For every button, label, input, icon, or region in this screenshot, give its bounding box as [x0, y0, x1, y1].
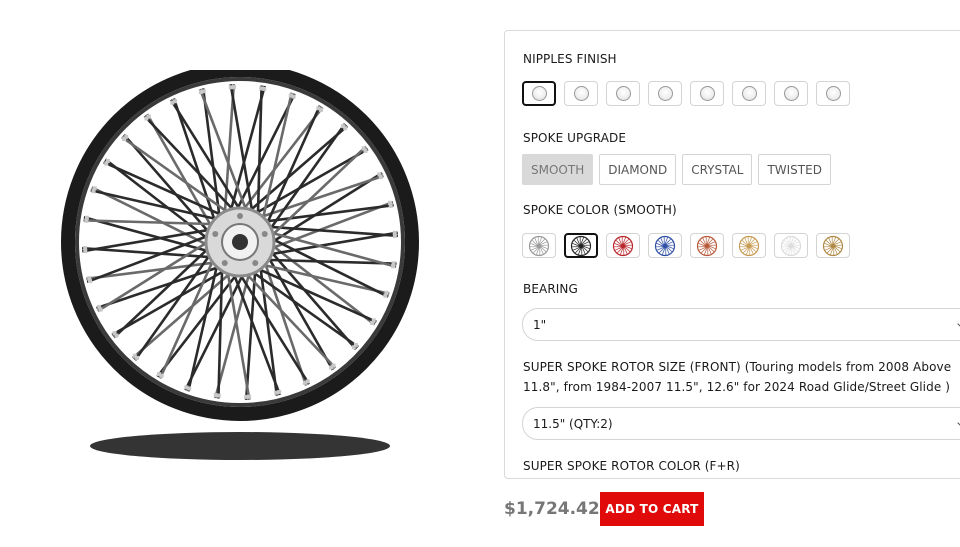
spoke-upgrade-options: SMOOTH DIAMOND CRYSTAL TWISTED: [522, 154, 831, 185]
wheel-icon: [612, 235, 634, 256]
nipple-icon: [657, 86, 673, 101]
spoke-color-swatch-white[interactable]: [774, 233, 808, 258]
nipple-swatch-chrome-2[interactable]: [606, 81, 640, 106]
spoke-color-swatch-copper[interactable]: [690, 233, 724, 258]
product-image: [60, 63, 430, 470]
spoke-color-swatch-silver[interactable]: [522, 233, 556, 258]
nipple-icon: [741, 86, 757, 101]
wheel-icon: [780, 235, 802, 256]
wheel-icon: [528, 235, 550, 256]
rotor-color-label: SUPER SPOKE ROTOR COLOR (F+R): [523, 459, 740, 473]
spoke-upgrade-twisted[interactable]: TWISTED: [758, 154, 831, 185]
product-price: $1,724.42: [504, 499, 600, 519]
rotor-size-label: SUPER SPOKE ROTOR SIZE (FRONT) (Touring …: [523, 360, 952, 394]
spoke-color-label: SPOKE COLOR (SMOOTH): [523, 203, 677, 217]
spoke-color-swatch-black[interactable]: [564, 233, 598, 258]
rotor-size-select[interactable]: 11.5" (QTY:2): [522, 407, 960, 440]
wheel-icon: [822, 235, 844, 256]
spoke-upgrade-diamond[interactable]: DIAMOND: [599, 154, 677, 185]
spoke-upgrade-crystal[interactable]: CRYSTAL: [682, 154, 753, 185]
spoke-color-swatches: [522, 233, 850, 258]
spoke-upgrade-smooth[interactable]: SMOOTH: [522, 154, 594, 185]
bearing-select[interactable]: 1": [522, 308, 960, 341]
add-to-cart-button[interactable]: ADD TO CART: [600, 492, 704, 526]
nipple-icon: [531, 86, 547, 101]
nipple-swatch-white[interactable]: [774, 81, 808, 106]
nipple-swatch-silver[interactable]: [816, 81, 850, 106]
nipple-icon: [573, 86, 589, 101]
spoke-color-swatch-red[interactable]: [606, 233, 640, 258]
bearing-label: BEARING: [523, 282, 578, 296]
nipple-icon: [783, 86, 799, 101]
nipple-icon: [699, 86, 715, 101]
rotor-size-select-value: 11.5" (QTY:2): [533, 416, 613, 431]
wheel-illustration: [61, 63, 419, 460]
wheel-icon: [654, 235, 676, 256]
bearing-select-value: 1": [533, 317, 547, 332]
nipple-swatch-dark-chrome[interactable]: [690, 81, 724, 106]
spoke-color-swatch-gold[interactable]: [732, 233, 766, 258]
nipples-finish-swatches: [522, 81, 850, 106]
nipple-swatch-clear[interactable]: [522, 81, 556, 106]
nipple-swatch-chrome[interactable]: [564, 81, 598, 106]
wheel-icon: [738, 235, 760, 256]
wheel-icon: [570, 235, 592, 256]
spoke-upgrade-label: SPOKE UPGRADE: [523, 131, 627, 145]
nipple-swatch-blue-chrome[interactable]: [648, 81, 682, 106]
spoke-color-swatch-bronze[interactable]: [816, 233, 850, 258]
options-panel[interactable]: NIPPLES FINISH SPOKE UPGRADE SMOOTH DIAMO…: [504, 30, 960, 479]
nipple-swatch-polished[interactable]: [732, 81, 766, 106]
wheel-icon: [696, 235, 718, 256]
nipple-icon: [615, 86, 631, 101]
nipple-icon: [825, 86, 841, 101]
spoke-color-swatch-blue[interactable]: [648, 233, 682, 258]
nipples-finish-label: NIPPLES FINISH: [523, 52, 617, 66]
